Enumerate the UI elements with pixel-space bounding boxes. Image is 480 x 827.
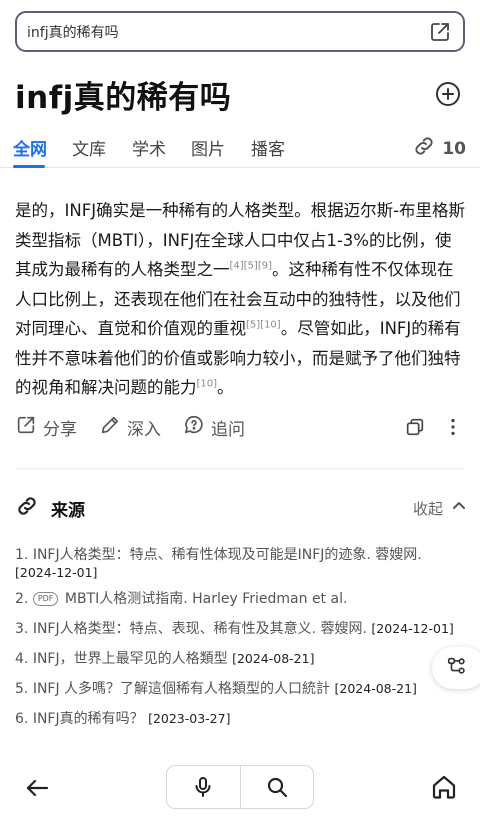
tab-library[interactable]: 文库 [72,135,106,160]
search-query[interactable]: infj真的稀有吗 [27,22,427,42]
mind-map-icon [446,655,468,681]
question-bubble-icon [183,414,205,441]
copy-icon[interactable] [401,413,429,441]
link-icon [412,134,436,163]
search-bar[interactable]: infj真的稀有吗 [15,11,465,52]
followup-button[interactable]: 追问 [183,414,245,441]
microphone-icon[interactable] [167,766,240,808]
source-item[interactable]: 5. INFJ 人多嗎？了解這個稀有人格類型的人口統計 [2024-08-21] [15,680,455,698]
source-item[interactable]: 4. INFJ，世界上最罕见的人格類型 [2024-08-21] [15,650,455,668]
citation[interactable]: [10] [197,379,218,390]
answer-text: 是的，INFJ确实是一种稀有的人格类型。根据迈尔斯-布里格斯类型指标（MBTI）… [15,196,467,403]
chevron-up-icon [451,498,467,518]
links-count: 10 [442,138,466,159]
share-icon [15,414,37,441]
arrow-left-icon[interactable] [22,773,52,803]
followup-label: 追问 [211,419,245,440]
input-actions [166,765,314,809]
answer-part: 。 [217,378,234,397]
sources-title: 来源 [51,500,85,521]
tab-academic[interactable]: 学术 [132,135,166,160]
citation[interactable]: [4][5][9] [230,261,273,272]
bottom-navigation [0,763,480,813]
collapse-label: 收起 [412,499,443,518]
pencil-icon [99,414,121,441]
source-item[interactable]: 2. PDF MBTI人格测试指南. Harley Friedman et al… [15,590,455,608]
citation[interactable]: [5][10] [246,320,281,331]
more-vertical-icon[interactable] [439,413,467,441]
open-external-icon[interactable] [427,19,453,45]
active-tab-indicator [13,165,45,168]
source-item[interactable]: 1. INFJ人格类型：特点、稀有性体现及可能是INFJ的迹象. 蓉嫂网. [2… [15,546,455,582]
answer-actions: 分享 深入 追问 [15,412,467,442]
deeper-button[interactable]: 深入 [99,414,161,441]
tab-bar: 全网 文库 学术 图片 播客 10 [0,130,480,168]
tab-all-web[interactable]: 全网 [13,135,47,160]
mind-map-button[interactable] [432,647,480,689]
deeper-label: 深入 [127,419,161,440]
home-icon[interactable] [428,771,460,803]
pdf-badge: PDF [32,592,59,606]
source-item[interactable]: 6. INFJ真的稀有吗？ [2023-03-27] [15,710,455,728]
divider [15,468,465,469]
title-row: infj真的稀有吗 [15,70,465,118]
search-icon[interactable] [239,766,314,808]
tab-podcast[interactable]: 播客 [251,135,285,160]
link-icon [15,494,39,522]
links-count-button[interactable]: 10 [412,134,466,163]
share-button[interactable]: 分享 [15,414,77,441]
collapse-button[interactable]: 收起 [413,498,467,519]
source-item[interactable]: 3. INFJ人格类型：特点、表现、稀有性及其意义. 蓉嫂网. [2024-12… [15,620,455,638]
sources-list: 1. INFJ人格类型：特点、稀有性体现及可能是INFJ的迹象. 蓉嫂网. [2… [15,546,455,740]
tab-images[interactable]: 图片 [191,135,225,160]
sources-header: 来源 收起 [15,494,467,522]
page-title: infj真的稀有吗 [15,79,232,116]
share-label: 分享 [43,419,77,440]
add-circle-icon[interactable] [433,79,463,109]
